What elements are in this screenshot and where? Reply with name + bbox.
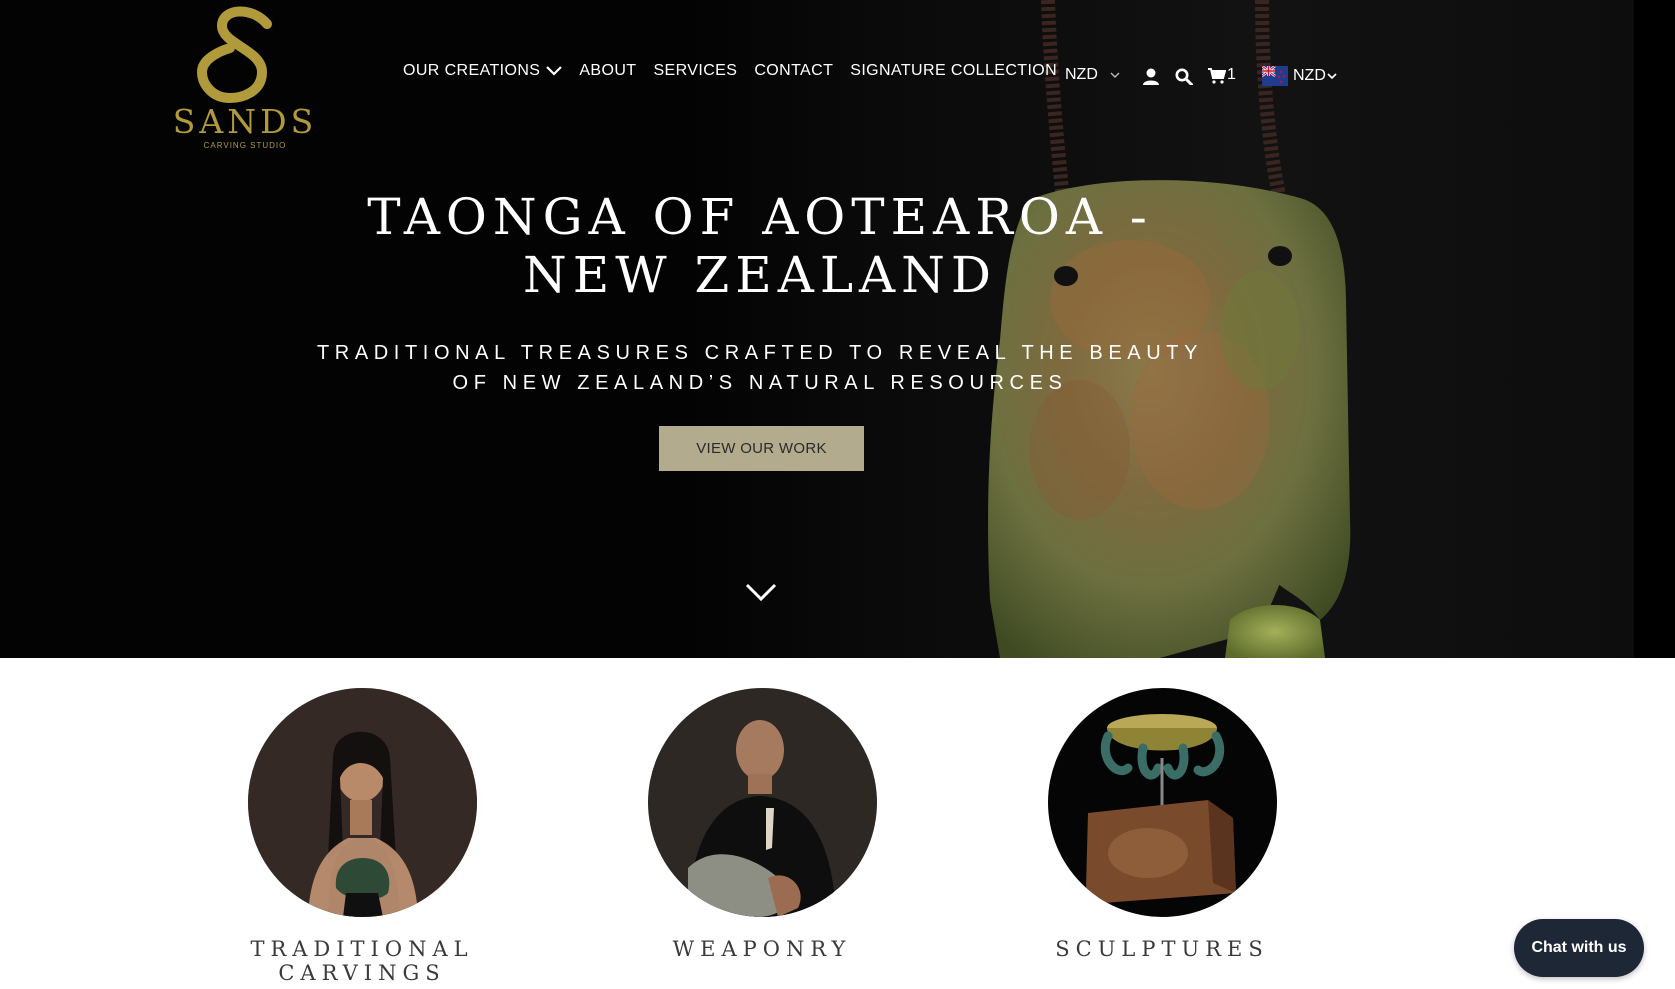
view-our-work-button[interactable]: VIEW OUR WORK (659, 426, 864, 471)
nav-about[interactable]: ABOUT (579, 62, 636, 80)
category-sculptures[interactable]: SCULPTURES (972, 688, 1352, 961)
currency-label: NZD (1065, 66, 1098, 83)
hero-title: TAONGA OF AOTEAROA - NEW ZEALAND (367, 188, 1153, 304)
category-image-sculptures (1047, 688, 1277, 917)
logo-subtitle: CARVING STUDIO (203, 141, 287, 150)
nz-flag-icon (1262, 66, 1288, 86)
chevron-down-icon (1110, 72, 1120, 78)
nav-label: OUR CREATIONS (403, 62, 541, 79)
main-nav: OUR CREATIONS ABOUT SERVICES CONTACT SIG… (403, 60, 1074, 82)
chevron-down-icon (546, 66, 563, 76)
category-weaponry[interactable]: WEAPONRY (572, 688, 952, 961)
logo-wordmark: SANDS (172, 102, 318, 141)
woman-portrait-image (247, 688, 477, 917)
flag-currency-label: NZD (1293, 67, 1326, 84)
category-label: WEAPONRY (672, 937, 852, 961)
man-portrait-image (647, 688, 877, 917)
category-traditional-carvings[interactable]: TRADITIONAL CARVINGS (172, 688, 552, 985)
search-icon[interactable] (1175, 68, 1193, 85)
site-logo[interactable]: SANDS CARVING STUDIO (172, 4, 318, 150)
cart-icon[interactable] (1208, 68, 1226, 84)
user-icon[interactable] (1142, 68, 1160, 85)
hero-banner: SANDS CARVING STUDIO OUR CREATIONS ABOUT… (0, 0, 1675, 658)
nav-contact[interactable]: CONTACT (754, 62, 833, 80)
chevron-down-icon (1327, 72, 1337, 79)
category-image-weaponry (647, 688, 877, 917)
sculpture-image (1047, 688, 1277, 917)
nav-our-creations[interactable]: OUR CREATIONS (403, 62, 563, 80)
cart-count[interactable]: 1 (1227, 66, 1236, 84)
category-image-traditional-carvings (247, 688, 477, 917)
hero-edge (1634, 0, 1675, 658)
logo-mark-icon (196, 6, 272, 104)
currency-selector[interactable]: NZD (1065, 66, 1120, 84)
chevron-down-icon[interactable] (744, 582, 778, 604)
category-label: TRADITIONAL CARVINGS (250, 937, 474, 985)
nav-services[interactable]: SERVICES (653, 62, 737, 80)
nav-signature-collection[interactable]: SIGNATURE COLLECTION (850, 62, 1057, 80)
hero-subtitle: TRADITIONAL TREASURES CRAFTED TO REVEAL … (316, 342, 1204, 394)
category-label: SCULPTURES (1055, 937, 1269, 961)
country-currency-selector[interactable]: NZD (1262, 66, 1337, 86)
chat-with-us-button[interactable]: Chat with us (1514, 919, 1644, 977)
